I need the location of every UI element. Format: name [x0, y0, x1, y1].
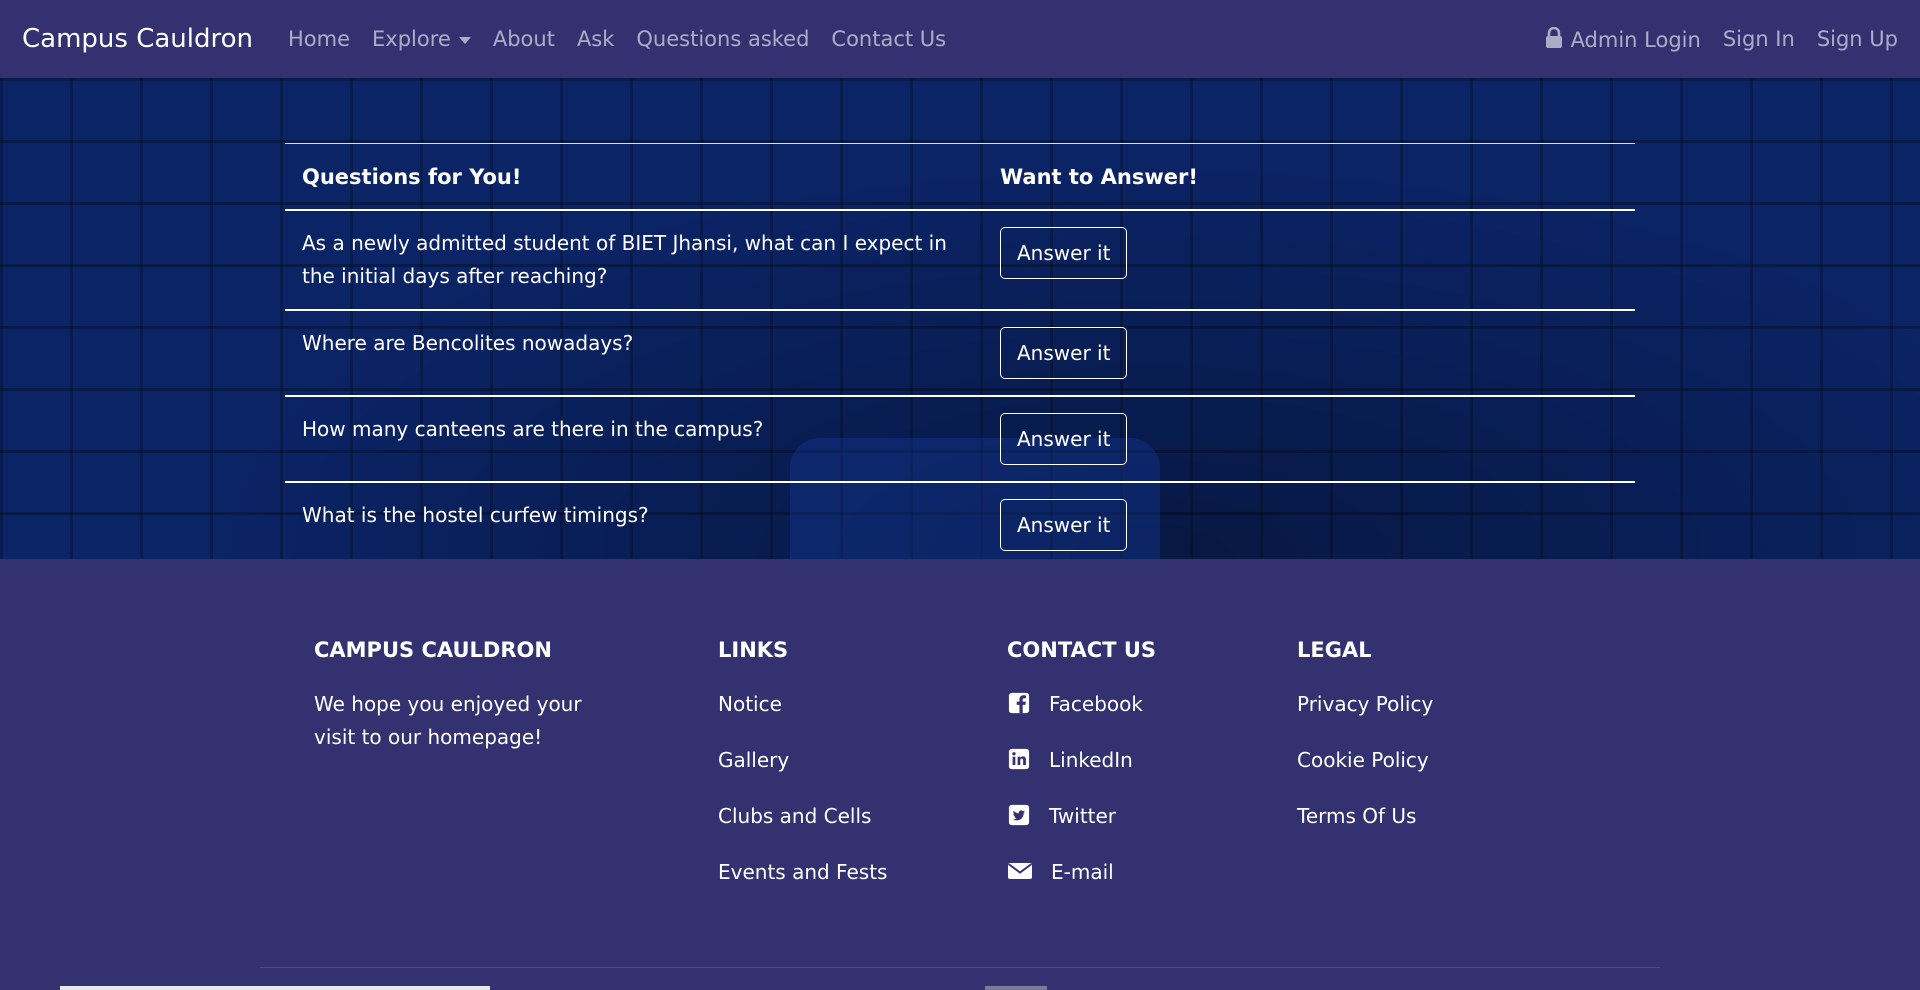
- sign-in-link[interactable]: Sign In: [1723, 27, 1795, 51]
- footer-links-heading: LINKS: [718, 638, 789, 662]
- footer-about-text: We hope you enjoyed your visit to our ho…: [314, 692, 582, 749]
- lock-icon: [1545, 26, 1562, 48]
- nav-contact-us[interactable]: Contact Us: [831, 27, 946, 51]
- footer-links: LINKS Notice Gallery Clubs and Cells Eve…: [718, 638, 887, 912]
- contact-linkedin-label: LinkedIn: [1049, 748, 1133, 772]
- nav-auth-links: Admin Login Sign In Sign Up: [1523, 26, 1898, 52]
- answer-it-button[interactable]: Answer it: [1000, 327, 1128, 379]
- question-text: Where are Bencolites nowadays?: [302, 331, 634, 355]
- admin-login-label: Admin Login: [1570, 27, 1701, 52]
- nav-links: Home Explore About Ask Questions asked C…: [277, 27, 957, 51]
- nav-explore-dropdown[interactable]: Explore: [372, 27, 471, 51]
- answer-it-button[interactable]: Answer it: [1000, 413, 1128, 465]
- footer-legal-heading: LEGAL: [1297, 638, 1372, 662]
- nav-home[interactable]: Home: [288, 27, 350, 51]
- nav-ask[interactable]: Ask: [577, 27, 614, 51]
- footer-divider: [260, 967, 1660, 968]
- contact-email-label: E-mail: [1051, 860, 1114, 884]
- footer-contact-heading: CONTACT US: [1007, 638, 1157, 662]
- answer-it-button[interactable]: Answer it: [1000, 227, 1128, 279]
- table-row: How many canteens are there in the campu…: [285, 397, 1635, 483]
- footer-link-events[interactable]: Events and Fests: [718, 856, 887, 889]
- legal-cookie-policy[interactable]: Cookie Policy: [1297, 744, 1433, 777]
- header-answer: Want to Answer!: [1000, 164, 1198, 189]
- table-row: Where are Bencolites nowadays? Answer it: [285, 311, 1635, 397]
- questions-table: Questions for You! Want to Answer! As a …: [285, 143, 1635, 559]
- footer-legal: LEGAL Privacy Policy Cookie Policy Terms…: [1297, 638, 1433, 856]
- admin-login-link[interactable]: Admin Login: [1545, 26, 1701, 52]
- sign-up-link[interactable]: Sign Up: [1817, 27, 1898, 51]
- nav-explore-label: Explore: [372, 27, 451, 51]
- contact-facebook[interactable]: Facebook: [1007, 688, 1156, 721]
- table-row: What is the hostel curfew timings? Answe…: [285, 483, 1635, 559]
- contact-email[interactable]: E-mail: [1007, 856, 1156, 889]
- footer-contact: CONTACT US Facebook LinkedIn Twitter E-m…: [1007, 638, 1156, 912]
- contact-facebook-label: Facebook: [1049, 692, 1143, 716]
- footer-link-gallery[interactable]: Gallery: [718, 744, 887, 777]
- contact-linkedin[interactable]: LinkedIn: [1007, 744, 1156, 777]
- footer-link-notice[interactable]: Notice: [718, 688, 887, 721]
- nav-about[interactable]: About: [493, 27, 555, 51]
- site-footer: CAMPUS CAULDRON We hope you enjoyed your…: [0, 559, 1920, 990]
- linkedin-icon: [1008, 748, 1030, 770]
- footer-about-heading: CAMPUS CAULDRON: [314, 638, 552, 662]
- envelope-icon: [1007, 863, 1033, 879]
- footer-about: CAMPUS CAULDRON We hope you enjoyed your…: [314, 638, 614, 754]
- top-navbar: Campus Cauldron Home Explore About Ask Q…: [0, 0, 1920, 78]
- nav-questions-asked[interactable]: Questions asked: [636, 27, 809, 51]
- twitter-icon: [1008, 804, 1030, 826]
- facebook-icon: [1008, 692, 1030, 714]
- header-questions: Questions for You!: [302, 164, 522, 189]
- brand-logo-text[interactable]: Campus Cauldron: [22, 24, 253, 54]
- answer-it-button[interactable]: Answer it: [1000, 499, 1128, 551]
- question-text: What is the hostel curfew timings?: [302, 503, 649, 527]
- hero-section: Questions for You! Want to Answer! As a …: [0, 78, 1920, 559]
- table-row: As a newly admitted student of BIET Jhan…: [285, 211, 1635, 311]
- scroll-indicator: [985, 986, 1047, 990]
- contact-twitter[interactable]: Twitter: [1007, 800, 1156, 833]
- table-header: Questions for You! Want to Answer!: [285, 144, 1635, 211]
- horizontal-scrollbar-thumb[interactable]: [60, 986, 490, 990]
- question-text: As a newly admitted student of BIET Jhan…: [302, 231, 947, 288]
- chevron-down-icon: [458, 36, 471, 44]
- legal-privacy-policy[interactable]: Privacy Policy: [1297, 688, 1433, 721]
- footer-link-clubs[interactable]: Clubs and Cells: [718, 800, 887, 833]
- legal-terms[interactable]: Terms Of Us: [1297, 800, 1433, 833]
- question-text: How many canteens are there in the campu…: [302, 417, 764, 441]
- contact-twitter-label: Twitter: [1049, 804, 1117, 828]
